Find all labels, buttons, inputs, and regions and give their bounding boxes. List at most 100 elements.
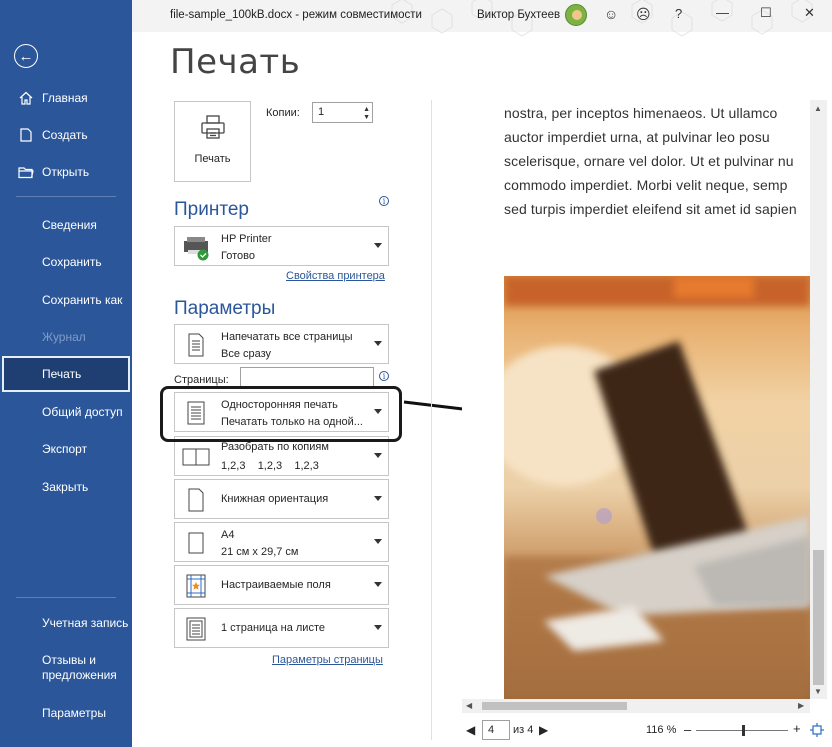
sidebar-item-label: Сохранить <box>42 255 102 269</box>
help-icon[interactable]: ? <box>675 6 682 21</box>
sidebar-item-label: Открыть <box>42 165 90 179</box>
page-count: из 4 <box>513 724 534 736</box>
dropdown-line2: Все сразу <box>221 348 272 360</box>
zoom-out-icon[interactable]: – <box>684 722 691 737</box>
zoom-slider-thumb[interactable] <box>742 725 745 736</box>
sidebar-item-options[interactable]: Параметры <box>0 695 132 731</box>
chevron-down-icon <box>374 625 382 630</box>
scroll-down-icon[interactable]: ▼ <box>814 687 822 696</box>
avatar[interactable] <box>565 4 587 26</box>
orientation-select[interactable]: Книжная ориентация <box>174 479 389 519</box>
sidebar-item-label: Журнал <box>42 330 86 344</box>
zoom-to-page-icon[interactable] <box>810 723 824 742</box>
sidebar-item-label: Закрыть <box>42 480 89 494</box>
sidebar-item-save[interactable]: Сохранить <box>0 244 132 280</box>
sidebar-item-new[interactable]: Создать <box>0 117 132 153</box>
preview-image <box>504 276 810 699</box>
panel-divider <box>431 100 432 740</box>
scroll-thumb[interactable] <box>813 550 824 685</box>
page-title: Печать <box>170 42 301 82</box>
info-icon[interactable]: i <box>379 196 389 206</box>
copies-stepper[interactable]: 1 ▲ ▼ <box>312 102 373 123</box>
paper-size-icon <box>181 528 211 558</box>
collate-select[interactable]: Разобрать по копиям 1,2,3 1,2,3 1,2,3 <box>174 436 389 476</box>
page-number-input[interactable]: 4 <box>482 720 510 740</box>
chevron-down-icon <box>374 539 382 544</box>
sidebar-item-label: Главная <box>42 91 88 105</box>
settings-heading: Параметры <box>174 298 276 319</box>
sidebar-item-label: Печать <box>42 367 82 381</box>
highlight-callout <box>160 386 402 442</box>
sidebar-item-home[interactable]: Главная <box>0 80 132 116</box>
sidebar-item-feedback[interactable]: Отзывы и предложения <box>0 646 132 690</box>
preview-text-line: commodo imperdiet. Morbi velit neque, se… <box>504 177 788 193</box>
sidebar-item-print[interactable]: Печать <box>2 356 130 392</box>
scroll-right-icon[interactable]: ▶ <box>798 701 804 710</box>
pages-icon <box>181 330 211 360</box>
pages-per-sheet-select[interactable]: 1 страница на листе <box>174 608 389 648</box>
chevron-down-icon <box>374 496 382 501</box>
printer-icon <box>200 114 226 145</box>
user-name[interactable]: Виктор Бухтеев <box>477 9 560 21</box>
copies-value: 1 <box>318 106 325 118</box>
smiley-icon[interactable]: ☺ <box>604 6 618 22</box>
dropdown-line1: Настраиваемые поля <box>221 579 331 591</box>
spin-up-icon[interactable]: ▲ <box>363 106 370 113</box>
printer-select[interactable]: HP Printer Готово <box>174 226 389 266</box>
sidebar-item-info[interactable]: Сведения <box>0 207 132 243</box>
close-icon[interactable]: ✕ <box>804 5 815 21</box>
horizontal-scrollbar[interactable]: ◀ ▶ <box>462 699 810 713</box>
printer-properties-link[interactable]: Свойства принтера <box>286 270 385 282</box>
preview-text-line: sed turpis imperdiet eleifend sit amet i… <box>504 201 797 217</box>
print-button[interactable]: Печать <box>174 101 251 182</box>
back-arrow-icon[interactable]: ← <box>14 44 38 68</box>
frown-icon[interactable]: ☹ <box>636 6 651 23</box>
pages-label: Страницы: <box>174 374 229 386</box>
sidebar-item-close[interactable]: Закрыть <box>0 469 132 505</box>
preview-navigation-bar: ◀ 4 из 4 ▶ 116 % – + <box>462 716 827 744</box>
prev-page-icon[interactable]: ◀ <box>466 723 475 737</box>
sidebar-item-open[interactable]: Открыть <box>0 154 132 190</box>
pages-input[interactable] <box>240 367 374 388</box>
scroll-thumb[interactable] <box>482 702 627 710</box>
page-number-value: 4 <box>488 724 495 736</box>
paper-size-select[interactable]: A4 21 см x 29,7 см <box>174 522 389 562</box>
margins-select[interactable]: Настраиваемые поля <box>174 565 389 605</box>
backstage-sidebar: ← Главная Создать Открыть Сведения Сохра… <box>0 0 132 747</box>
collate-icon <box>181 442 211 472</box>
dropdown-line2: 21 см x 29,7 см <box>221 546 299 558</box>
sidebar-item-label: Отзывы и предложения <box>42 653 117 682</box>
scroll-left-icon[interactable]: ◀ <box>466 701 472 710</box>
sidebar-item-label: Параметры <box>42 706 106 720</box>
minimize-icon[interactable]: — <box>716 5 729 20</box>
dropdown-line1: Напечатать все страницы <box>221 331 353 343</box>
sidebar-item-export[interactable]: Экспорт <box>0 431 132 467</box>
page-setup-link[interactable]: Параметры страницы <box>272 654 383 666</box>
vertical-scrollbar[interactable]: ▲ ▼ <box>810 100 827 699</box>
print-range-select[interactable]: Напечатать все страницы Все сразу <box>174 324 389 364</box>
sidebar-item-save-as[interactable]: Сохранить как <box>0 282 132 318</box>
info-icon[interactable]: i <box>379 371 389 381</box>
sidebar-item-label: Общий доступ <box>42 405 123 419</box>
preview-text-line: nostra, per inceptos himenaeos. Ut ullam… <box>504 105 778 121</box>
scroll-up-icon[interactable]: ▲ <box>814 104 822 113</box>
sidebar-divider <box>16 196 116 197</box>
preview-text-line: scelerisque, ornare vel dolor. Ut et pul… <box>504 153 794 169</box>
portrait-icon <box>181 485 211 515</box>
preview-page: nostra, per inceptos himenaeos. Ut ullam… <box>462 100 810 699</box>
sidebar-item-share[interactable]: Общий доступ <box>0 394 132 430</box>
chevron-down-icon <box>374 243 382 248</box>
maximize-icon[interactable]: ☐ <box>760 5 772 21</box>
sidebar-divider <box>16 597 116 598</box>
sidebar-item-label: Учетная запись <box>42 616 129 630</box>
zoom-in-icon[interactable]: + <box>793 721 801 736</box>
sidebar-item-label: Сведения <box>42 218 97 232</box>
spin-down-icon[interactable]: ▼ <box>363 114 370 121</box>
next-page-icon[interactable]: ▶ <box>539 723 548 737</box>
copies-label: Копии: <box>266 107 300 119</box>
sidebar-item-account[interactable]: Учетная запись <box>0 605 132 641</box>
printer-device-icon <box>181 232 211 262</box>
home-icon <box>18 90 34 106</box>
folder-icon <box>18 164 34 180</box>
chevron-down-icon <box>374 453 382 458</box>
